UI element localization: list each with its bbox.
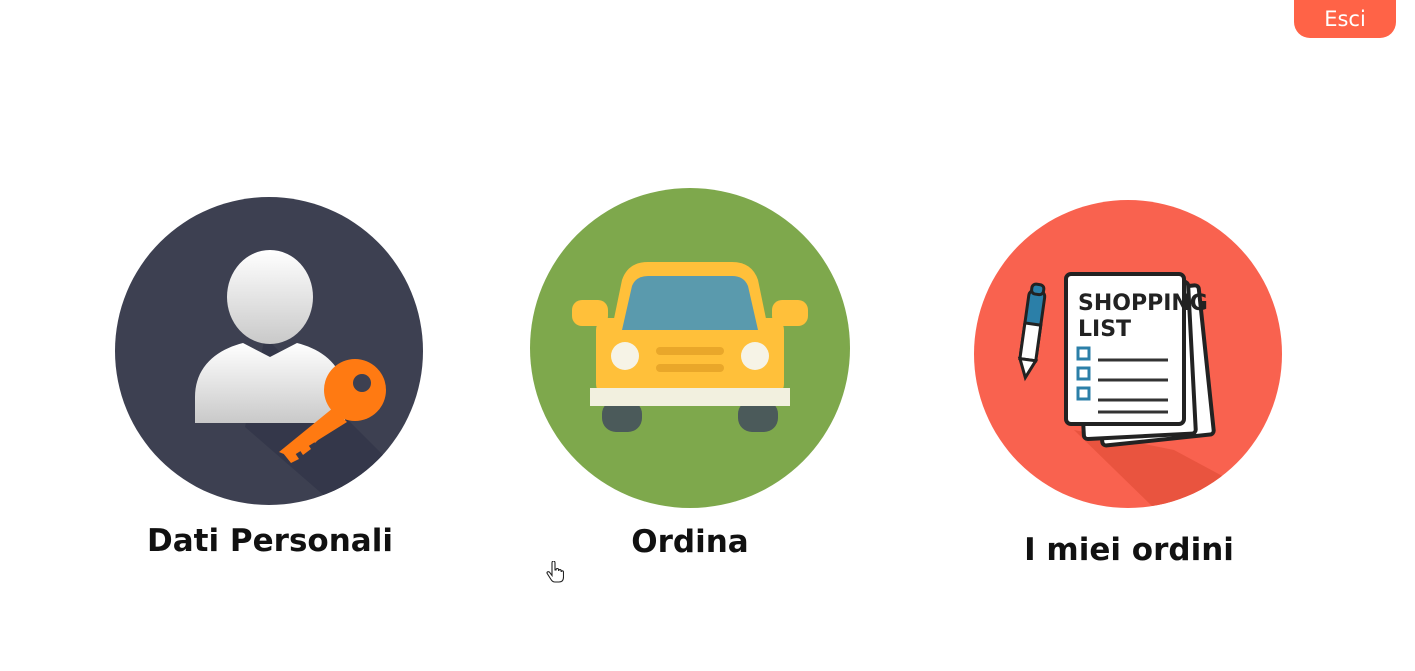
my-orders-circle[interactable]: SHOPPING LIST [974, 200, 1282, 508]
order-circle[interactable] [530, 188, 850, 508]
exit-button[interactable]: Esci [1294, 0, 1396, 38]
car-icon [572, 262, 808, 432]
personal-data-label[interactable]: Dati Personali [115, 523, 425, 559]
order-tile[interactable]: Ordina [530, 188, 850, 560]
user-key-icon [195, 250, 423, 505]
shopping-list-title-line2: LIST [1078, 317, 1131, 342]
shopping-list-title-line1: SHOPPING [1078, 291, 1208, 316]
my-orders-tile[interactable]: SHOPPING LIST I miei ordini [974, 200, 1284, 570]
my-orders-label[interactable]: I miei ordini [974, 532, 1284, 568]
order-label[interactable]: Ordina [530, 524, 850, 560]
shopping-list-icon: SHOPPING LIST [1017, 272, 1282, 508]
main-menu-page: Esci Dati Personali Ordina SHOPPING LIST… [0, 0, 1415, 671]
personal-data-circle[interactable] [115, 197, 423, 505]
hand-cursor-icon [546, 561, 564, 583]
personal-data-tile[interactable]: Dati Personali [115, 197, 425, 567]
